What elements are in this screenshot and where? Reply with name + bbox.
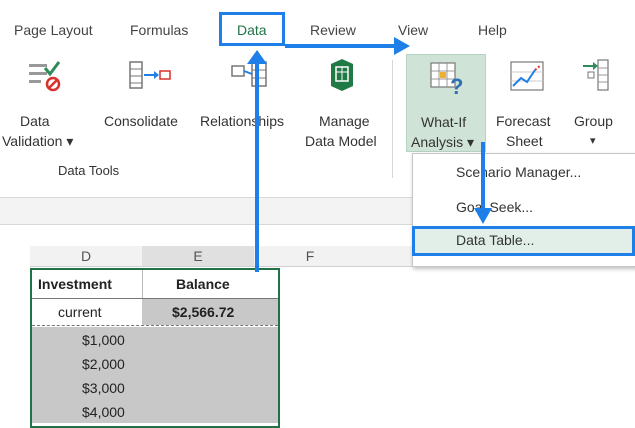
data-validation-label-2: Validation ▾ — [2, 133, 74, 149]
what-if-label-2: Analysis ▾ — [411, 134, 475, 150]
investment-value-1[interactable]: $1,000 — [82, 332, 125, 348]
tab-review[interactable]: Review — [310, 22, 356, 38]
forecast-sheet-button[interactable]: Forecast Sheet — [492, 54, 562, 152]
column-header-d[interactable]: D — [30, 246, 142, 266]
menu-item-scenario-manager[interactable]: Scenario Manager... — [456, 164, 581, 180]
header-balance[interactable]: Balance — [176, 276, 230, 292]
column-header-e[interactable]: E — [142, 246, 254, 266]
group-icon — [583, 59, 609, 91]
column-header-f[interactable]: F — [254, 246, 366, 266]
tab-view[interactable]: View — [398, 22, 428, 38]
annotation-line-horizontal — [285, 44, 395, 48]
tab-data[interactable]: Data — [237, 22, 267, 38]
investment-value-3[interactable]: $3,000 — [82, 380, 125, 396]
tab-page-layout[interactable]: Page Layout — [14, 22, 93, 38]
annotation-line-vertical-left — [255, 60, 259, 272]
consolidate-button[interactable]: Consolidate — [104, 54, 200, 134]
menu-item-data-table[interactable]: Data Table... — [456, 232, 534, 248]
svg-text:?: ? — [450, 74, 463, 95]
data-validation-label-1: Data — [20, 113, 50, 129]
investment-value-2[interactable]: $2,000 — [82, 356, 125, 372]
tab-help[interactable]: Help — [478, 22, 507, 38]
current-row-divider — [32, 325, 278, 326]
selection-fill-lower — [32, 327, 278, 423]
manage-label-2: Data Model — [305, 133, 377, 149]
forecast-icon — [510, 61, 544, 91]
data-validation-button[interactable]: Data Validation ▾ — [0, 54, 86, 152]
group-label: Group — [574, 113, 613, 129]
consolidate-icon — [129, 61, 171, 89]
annotation-line-vertical-right — [481, 142, 485, 212]
current-label-cell[interactable]: current — [58, 304, 102, 320]
investment-value-4[interactable]: $4,000 — [82, 404, 125, 420]
arrow-right-icon — [394, 37, 410, 55]
manage-data-model-button[interactable]: Manage Data Model — [305, 54, 381, 152]
data-tools-group-label: Data Tools — [58, 163, 120, 178]
consolidate-label: Consolidate — [104, 113, 178, 129]
data-validation-icon — [29, 61, 61, 92]
relationships-button[interactable]: Relationships — [200, 54, 300, 134]
group-dropdown-arrow: ▾ — [590, 135, 596, 147]
manage-label-1: Manage — [319, 113, 370, 129]
forecast-label-2: Sheet — [506, 133, 543, 149]
arrow-down-icon — [474, 208, 492, 224]
what-if-icon: ? — [430, 62, 463, 95]
relationships-label: Relationships — [200, 113, 285, 129]
group-button[interactable]: Group ▾ — [568, 54, 628, 152]
forecast-label-1: Forecast — [496, 113, 551, 129]
column-divider — [142, 270, 143, 298]
header-investment[interactable]: Investment — [38, 276, 112, 292]
tab-formulas[interactable]: Formulas — [130, 22, 188, 38]
header-divider — [32, 298, 278, 299]
current-balance-cell[interactable]: $2,566.72 — [172, 304, 234, 320]
data-model-icon — [331, 59, 353, 91]
arrow-up-icon — [247, 50, 267, 64]
what-if-analysis-button[interactable]: ? What-If Analysis ▾ — [406, 54, 486, 152]
what-if-label-1: What-If — [421, 114, 467, 130]
ribbon-separator — [392, 60, 393, 178]
menu-item-goal-seek[interactable]: Goal Seek... — [456, 199, 533, 215]
